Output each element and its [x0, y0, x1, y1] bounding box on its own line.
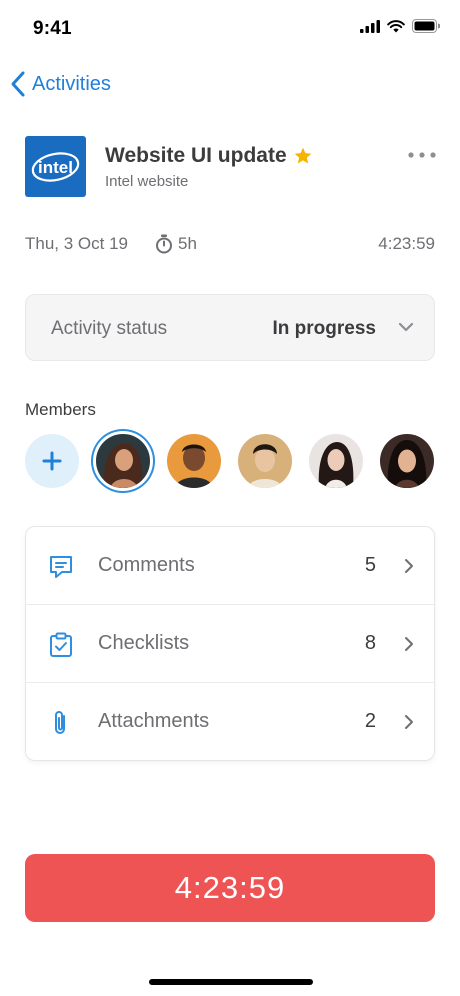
row-count: 5: [364, 554, 376, 576]
avatar[interactable]: [380, 434, 434, 488]
row-label: Checklists: [98, 632, 190, 654]
activity-title: Website UI update: [105, 144, 287, 167]
status-select-label: Activity status: [51, 318, 168, 339]
avatar[interactable]: [167, 434, 221, 488]
chevron-right-icon: [405, 715, 413, 729]
activity-subtitle: Intel website: [105, 173, 189, 190]
signal-icon: [360, 19, 380, 33]
chevron-left-icon: [11, 71, 25, 97]
status-select-value: In progress: [272, 318, 376, 339]
members-row: [25, 433, 437, 489]
chevron-right-icon: [405, 559, 413, 573]
status-time: 9:41: [33, 18, 72, 39]
stopwatch-icon: [156, 234, 172, 254]
more-options-button[interactable]: [407, 146, 437, 164]
paperclip-icon: [55, 711, 65, 734]
attachments-row[interactable]: Attachments 2: [26, 682, 434, 760]
intel-logo: intel: [25, 136, 86, 197]
back-label: Activities: [32, 72, 111, 95]
activity-duration: 5h: [155, 234, 197, 254]
row-label: Comments: [98, 554, 195, 576]
home-indicator[interactable]: [149, 979, 313, 985]
plus-icon: [42, 451, 62, 471]
clipboard-check-icon: [50, 632, 72, 657]
activity-date: Thu, 3 Oct 19: [25, 234, 128, 253]
avatar[interactable]: [238, 434, 292, 488]
comments-row[interactable]: Comments 5: [26, 527, 434, 604]
star-icon[interactable]: [293, 146, 313, 166]
battery-icon: [412, 19, 440, 33]
activity-status-select[interactable]: Activity status In progress: [25, 294, 435, 361]
status-icons: [360, 19, 440, 33]
avatar[interactable]: [309, 434, 363, 488]
chevron-down-icon: [398, 322, 414, 332]
row-count: 8: [364, 632, 376, 654]
avatar[interactable]: [96, 434, 150, 488]
elapsed-time: 4:23:59: [378, 234, 435, 253]
meta-row: Thu, 3 Oct 19 5h 4:23:59: [25, 234, 435, 258]
title-row: Website UI update: [105, 144, 313, 168]
row-label: Attachments: [98, 710, 210, 732]
add-member-button[interactable]: [25, 434, 79, 488]
more-dots-icon: [408, 152, 436, 158]
comment-icon: [50, 556, 72, 578]
timer-button[interactable]: 4:23:59: [25, 854, 435, 922]
timer-label: 4:23:59: [174, 870, 286, 905]
row-count: 2: [364, 710, 376, 732]
members-label: Members: [25, 400, 96, 419]
wifi-icon: [387, 19, 405, 32]
checklists-row[interactable]: Checklists 8: [26, 604, 434, 682]
back-button[interactable]: Activities: [10, 70, 111, 98]
chevron-right-icon: [405, 637, 413, 651]
duration-value: 5h: [178, 234, 197, 253]
details-card: Comments 5 Checklists 8 Attachments 2: [25, 526, 435, 761]
status-bar: 9:41: [0, 0, 460, 56]
activity-header: intel Website UI update Intel website: [25, 136, 437, 198]
logo-text: intel: [38, 158, 73, 177]
